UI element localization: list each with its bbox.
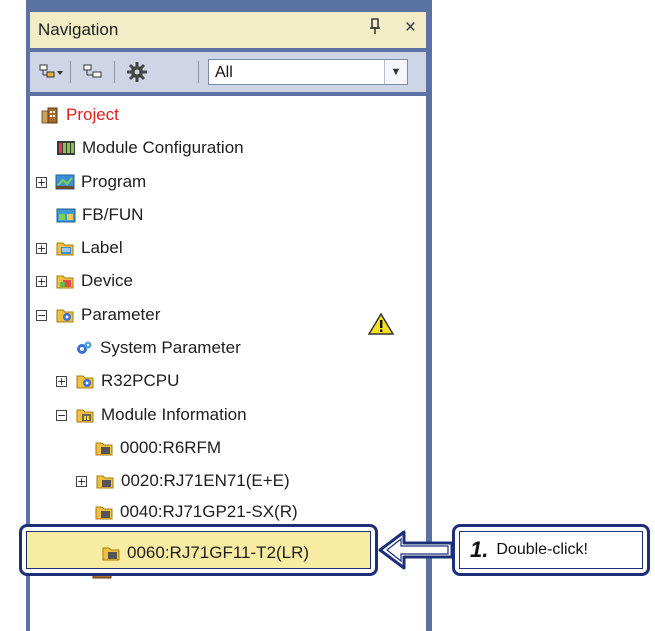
collapse-tree-icon: [83, 64, 102, 78]
step-number: 1.: [470, 537, 489, 562]
tree-view-dropdown-button[interactable]: [36, 60, 66, 84]
expand-icon[interactable]: +: [56, 375, 67, 387]
tree-item-program[interactable]: + Program: [36, 167, 146, 197]
tree-item-device[interactable]: + Device: [36, 266, 133, 296]
expand-icon[interactable]: +: [76, 475, 87, 487]
tree-item-fbfun[interactable]: FB/FUN: [56, 200, 143, 230]
fbfun-icon: [56, 206, 76, 224]
module-icon: [94, 503, 114, 521]
tree-label-label: Label: [81, 238, 123, 257]
collapse-icon[interactable]: −: [56, 409, 67, 421]
navigation-titlebar: Navigation ×: [30, 12, 426, 48]
tree-item-module-0000[interactable]: 0000:R6RFM: [94, 433, 221, 463]
tree-item-module-0020[interactable]: + 0020:RJ71EN71(E+E): [76, 466, 290, 496]
tree-item-project[interactable]: Project: [40, 100, 119, 130]
tree-view-icon: [39, 64, 63, 78]
instruction-callout-inner: 1. Double-click!: [459, 531, 643, 569]
tree-label-fbfun: FB/FUN: [82, 205, 144, 224]
navigation-title: Navigation: [38, 20, 119, 39]
pin-icon[interactable]: [368, 17, 382, 40]
tree-label-project: Project: [66, 105, 119, 124]
filter-dropdown[interactable]: All ▼: [208, 59, 408, 85]
expand-icon[interactable]: +: [36, 242, 47, 254]
module-configuration-icon: [56, 139, 76, 157]
tree-label-system-parameter: System Parameter: [100, 338, 241, 357]
tree-item-module-configuration[interactable]: Module Configuration: [56, 133, 244, 163]
tree-label-parameter: Parameter: [81, 305, 161, 324]
tree-item-module-0040[interactable]: 0040:RJ71GP21-SX(R): [94, 497, 298, 527]
instruction-callout: 1. Double-click!: [452, 524, 650, 576]
tree-item-parameter[interactable]: − Parameter: [36, 300, 160, 330]
module-information-icon: [75, 406, 95, 424]
tree-label-module-configuration: Module Configuration: [82, 138, 244, 157]
collapse-icon[interactable]: −: [36, 309, 47, 321]
tree-item-module-information[interactable]: − Module Information: [56, 400, 247, 430]
module-icon: [94, 439, 114, 457]
tree-item-module-0060-content: 0060:RJ71GF11-T2(LR): [101, 538, 309, 568]
module-icon: [95, 472, 115, 490]
expand-icon[interactable]: +: [36, 176, 47, 188]
expand-icon[interactable]: +: [36, 275, 47, 287]
chevron-down-icon[interactable]: ▼: [384, 60, 407, 84]
tree-label-module-0040: 0040:RJ71GP21-SX(R): [120, 502, 298, 521]
tree-item-module-0060[interactable]: 0060:RJ71GF11-T2(LR): [26, 531, 371, 569]
callout-arrow: [378, 530, 454, 570]
tree-label-program: Program: [81, 172, 147, 191]
warning-icon: [367, 312, 395, 335]
system-parameter-icon: [74, 339, 94, 357]
tree-label-module-information: Module Information: [101, 405, 247, 424]
step-action: Double-click!: [496, 541, 588, 558]
tree-item-label[interactable]: + Label: [36, 233, 123, 263]
highlighted-tree-item-frame: 0060:RJ71GF11-T2(LR): [19, 524, 378, 576]
tree-item-system-parameter[interactable]: System Parameter: [74, 333, 241, 363]
tree-label-module-0060: 0060:RJ71GF11-T2(LR): [127, 543, 310, 562]
parameter-icon: [55, 306, 75, 324]
settings-button[interactable]: [122, 60, 152, 84]
filter-dropdown-value: All: [215, 64, 233, 81]
tree-label-module-0000: 0000:R6RFM: [120, 438, 222, 457]
tree-item-cpu[interactable]: + R32PCPU: [56, 366, 179, 396]
cpu-parameter-icon: [75, 372, 95, 390]
project-icon: [40, 106, 60, 124]
device-icon: [55, 272, 75, 290]
program-icon: [55, 173, 75, 191]
collapse-tree-button[interactable]: [78, 60, 108, 84]
module-icon: [101, 544, 121, 562]
tree-label-cpu: R32PCPU: [101, 371, 180, 390]
label-icon: [55, 239, 75, 257]
close-icon[interactable]: ×: [405, 17, 416, 39]
gear-icon: [127, 62, 147, 82]
navigation-toolbar: All ▼: [30, 52, 426, 92]
tree-label-device: Device: [81, 271, 133, 290]
tree-label-module-0020: 0020:RJ71EN71(E+E): [121, 471, 290, 490]
